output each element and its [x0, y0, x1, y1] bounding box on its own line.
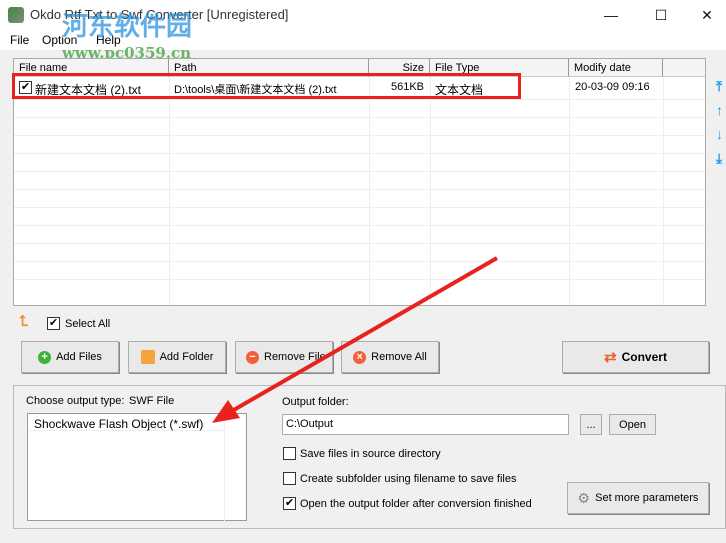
- annotation-arrow: [212, 256, 499, 423]
